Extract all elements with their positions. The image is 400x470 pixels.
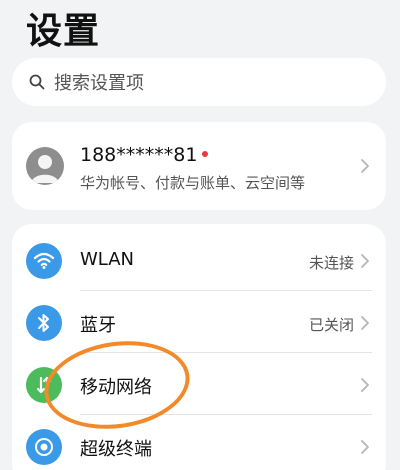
settings-screen: 设置 搜索设置项 188******81 华为帐号、付款与账单、云空间等 WLA…: [0, 0, 400, 470]
wifi-icon: [26, 243, 62, 279]
divider: [80, 290, 372, 291]
settings-item-mobile-network[interactable]: 移动网络: [12, 354, 386, 416]
notification-dot: [202, 151, 209, 157]
settings-item-label: 超级终端: [80, 439, 152, 460]
settings-list: WLAN 未连接 蓝牙 已关闭 移动网络 超级终端: [12, 224, 386, 470]
divider: [80, 414, 372, 415]
settings-item-label: WLAN: [80, 249, 135, 270]
search-icon: [28, 73, 46, 91]
settings-item-super-device[interactable]: 超级终端: [12, 416, 386, 470]
account-name: 188******81: [80, 144, 209, 166]
settings-item-wlan[interactable]: WLAN 未连接: [12, 230, 386, 292]
search-placeholder: 搜索设置项: [54, 73, 144, 94]
avatar: [26, 147, 64, 185]
chevron-right-icon: [361, 254, 369, 268]
settings-item-label: 移动网络: [80, 377, 152, 398]
settings-item-status: 已关闭: [308, 316, 354, 334]
search-input[interactable]: 搜索设置项: [12, 58, 386, 106]
account-name-text: 188******81: [80, 144, 198, 166]
chevron-right-icon: [361, 316, 369, 330]
chevron-right-icon: [361, 378, 369, 392]
chevron-right-icon: [361, 159, 369, 173]
account-card[interactable]: 188******81 华为帐号、付款与账单、云空间等: [12, 122, 386, 210]
account-subtitle: 华为帐号、付款与账单、云空间等: [80, 174, 306, 192]
mobile-data-icon: [26, 367, 62, 403]
bluetooth-icon: [26, 305, 62, 341]
divider: [80, 352, 372, 353]
settings-item-bluetooth[interactable]: 蓝牙 已关闭: [12, 292, 386, 354]
super-device-icon: [26, 429, 62, 465]
chevron-right-icon: [361, 440, 369, 454]
page-title: 设置: [26, 11, 101, 52]
settings-item-label: 蓝牙: [80, 315, 116, 336]
settings-item-status: 未连接: [308, 254, 354, 272]
